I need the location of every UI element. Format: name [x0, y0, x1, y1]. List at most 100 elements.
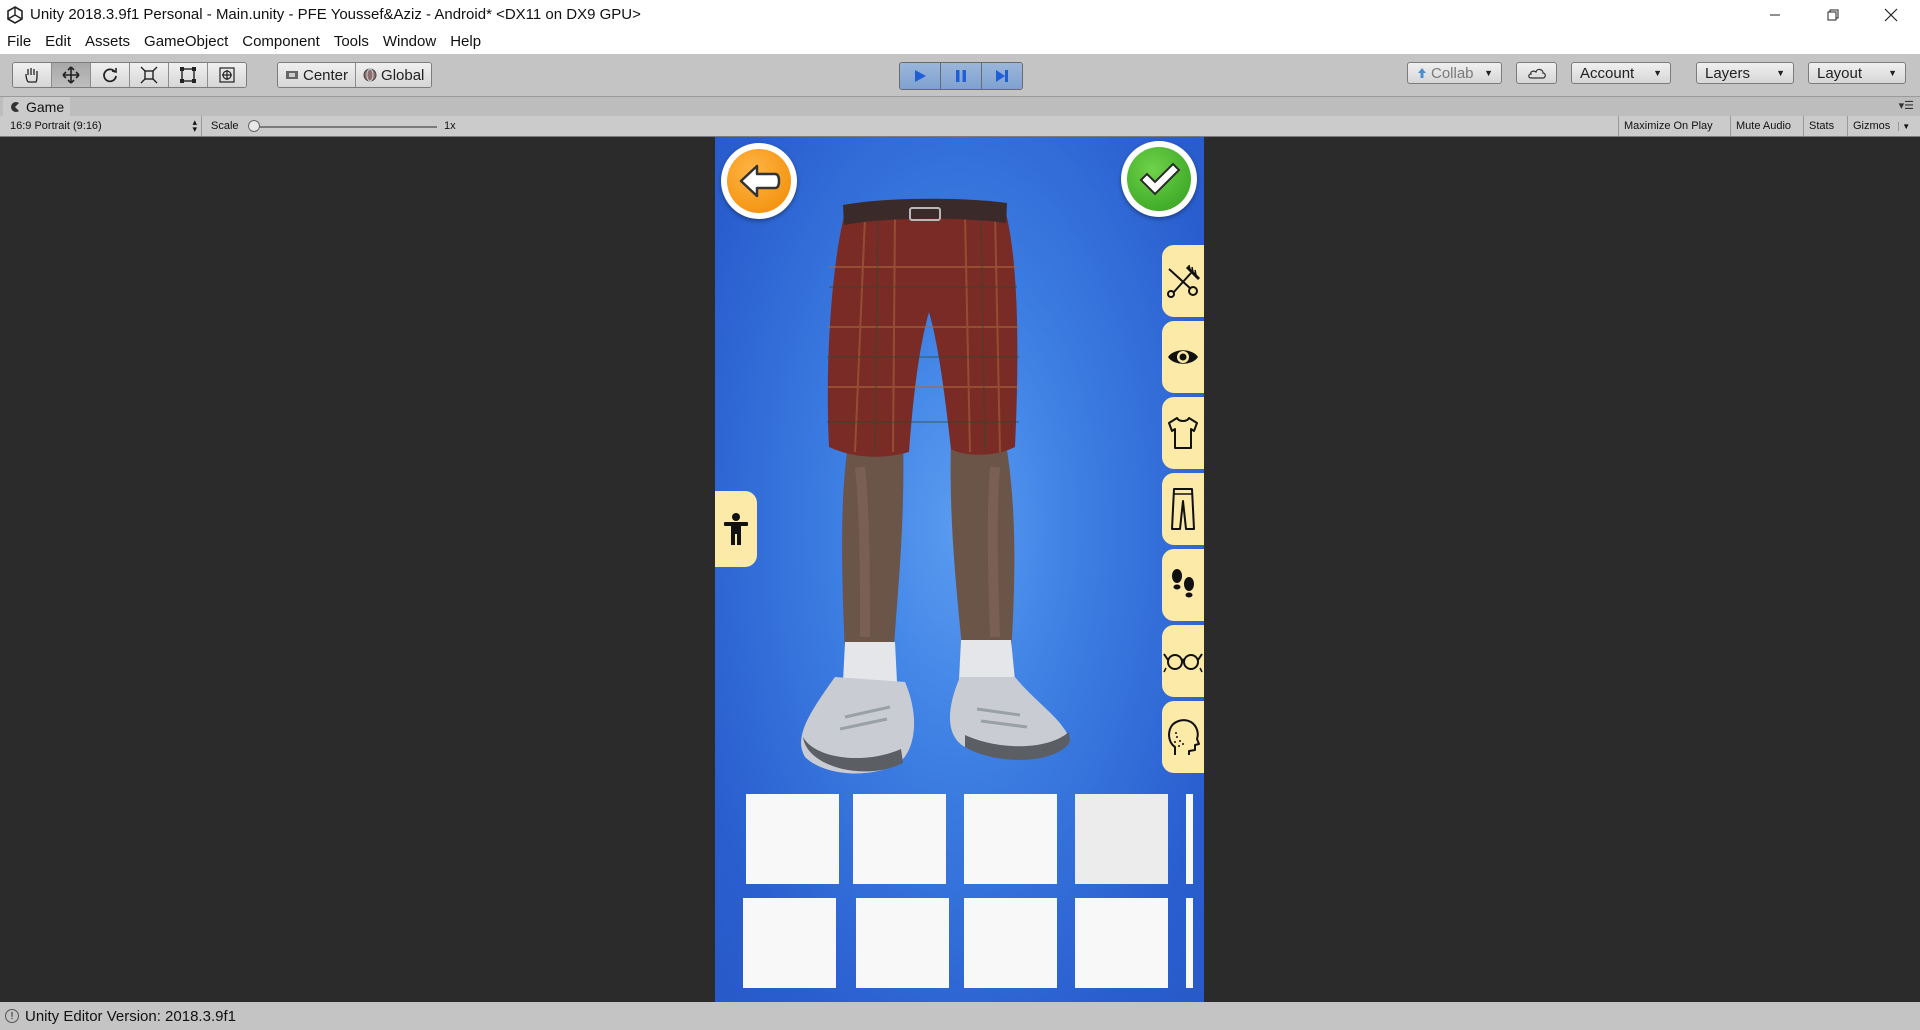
stats-toggle[interactable]: Stats — [1803, 116, 1839, 136]
maximize-on-play-toggle[interactable]: Maximize On Play — [1618, 116, 1718, 136]
item-slot-partial[interactable] — [1186, 794, 1193, 884]
pivot-controls: Center Global — [277, 62, 433, 88]
step-button[interactable] — [982, 63, 1022, 89]
footprints-icon — [1172, 569, 1194, 598]
item-slot-partial[interactable] — [1186, 898, 1193, 988]
play-icon — [915, 70, 926, 82]
updown-arrows-icon: ▴ ▾ — [192, 117, 197, 134]
stats-label: Stats — [1809, 120, 1835, 132]
person-pose-icon — [724, 513, 748, 545]
item-slot[interactable] — [1075, 898, 1168, 988]
collab-dropdown[interactable]: Collab ▼ — [1407, 62, 1502, 84]
status-text: Unity Editor Version: 2018.3.9f1 — [25, 1007, 236, 1025]
transform-tools — [12, 62, 247, 88]
menu-file[interactable]: File — [0, 33, 38, 50]
menu-edit[interactable]: Edit — [38, 33, 78, 50]
item-slot[interactable] — [743, 898, 836, 988]
pivot-rotation-button[interactable]: Global — [356, 63, 432, 87]
panel-menu-icon[interactable]: ▾☰ — [1899, 99, 1914, 112]
tab-game[interactable]: Game — [3, 97, 71, 116]
unity-logo-icon — [4, 4, 26, 26]
menu-tools[interactable]: Tools — [327, 33, 376, 50]
step-icon — [996, 70, 1008, 82]
pivot-center-icon — [286, 71, 298, 79]
category-tab-hair[interactable] — [1162, 245, 1204, 317]
aspect-ratio-dropdown[interactable]: 16:9 Portrait (9:16) ▴ ▾ — [4, 116, 202, 136]
scale-slider-track[interactable] — [255, 126, 437, 128]
menu-component[interactable]: Component — [235, 33, 327, 50]
category-tab-face[interactable] — [1162, 701, 1204, 773]
layout-dropdown[interactable]: Layout ▼ — [1808, 62, 1906, 84]
chevron-down-icon: ▼ — [1653, 68, 1662, 78]
menu-help[interactable]: Help — [443, 33, 488, 50]
checkmark-icon — [1139, 162, 1181, 196]
status-bar: ! Unity Editor Version: 2018.3.9f1 — [0, 1002, 1920, 1030]
close-button[interactable] — [1862, 0, 1920, 29]
scale-slider-thumb[interactable] — [248, 120, 260, 132]
back-arrow-icon — [739, 164, 781, 198]
item-slot[interactable] — [856, 898, 949, 988]
confirm-button[interactable] — [1121, 141, 1197, 217]
chevron-down-icon: ▼ — [1776, 68, 1785, 78]
move-tool-button[interactable] — [52, 63, 91, 87]
pose-button[interactable] — [715, 491, 757, 567]
collab-cloud-icon — [1418, 68, 1426, 78]
category-tab-shoes[interactable] — [1162, 549, 1204, 621]
menu-window[interactable]: Window — [376, 33, 443, 50]
layers-dropdown[interactable]: Layers ▼ — [1696, 62, 1794, 84]
minimize-button[interactable] — [1746, 0, 1804, 29]
category-tab-pants[interactable] — [1162, 473, 1204, 545]
scale-icon — [140, 66, 158, 84]
back-button[interactable] — [721, 143, 797, 219]
pause-icon — [956, 70, 966, 82]
pivot-mode-button[interactable]: Center — [278, 63, 357, 87]
transform-tool-button[interactable] — [208, 63, 246, 87]
pivot-mode-label: Center — [303, 66, 349, 84]
cloud-icon — [1527, 68, 1546, 79]
category-tab-tops[interactable] — [1162, 397, 1204, 469]
eye-icon — [1168, 350, 1198, 364]
mute-audio-toggle[interactable]: Mute Audio — [1730, 116, 1796, 136]
category-tab-eyes[interactable] — [1162, 321, 1204, 393]
rotate-icon — [103, 68, 117, 83]
gizmos-dropdown[interactable]: Gizmos ▼ — [1847, 116, 1920, 136]
glasses-icon — [1163, 653, 1203, 673]
menu-assets[interactable]: Assets — [78, 33, 137, 50]
panel-tab-bar: Game ▾☰ — [0, 97, 1920, 116]
chevron-down-icon: ▼ — [1898, 121, 1910, 131]
game-viewport[interactable] — [715, 137, 1204, 1002]
pants-icon — [1171, 488, 1195, 530]
head-icon — [1168, 719, 1200, 755]
restore-button[interactable] — [1804, 0, 1862, 29]
play-button[interactable] — [900, 63, 941, 89]
item-slot[interactable] — [964, 898, 1057, 988]
scale-label: Scale — [211, 120, 239, 132]
rect-tool-icon — [180, 67, 196, 83]
account-dropdown[interactable]: Account ▼ — [1571, 62, 1671, 84]
scale-tool-button[interactable] — [130, 63, 169, 87]
cloud-services-button[interactable] — [1516, 62, 1557, 84]
rect-tool-button[interactable] — [169, 63, 208, 87]
main-toolbar: Center Global Collab ▼ Account ▼ Layers … — [0, 54, 1920, 97]
menu-gameobject[interactable]: GameObject — [137, 33, 235, 50]
chevron-down-icon: ▼ — [1888, 68, 1897, 78]
rotate-tool-button[interactable] — [91, 63, 130, 87]
layers-label: Layers — [1705, 64, 1751, 82]
mute-audio-label: Mute Audio — [1736, 120, 1792, 132]
title-bar: Unity 2018.3.9f1 Personal - Main.unity -… — [0, 0, 1920, 29]
restore-icon — [1827, 9, 1839, 20]
hand-tool-button[interactable] — [13, 63, 52, 87]
item-slot[interactable] — [1075, 794, 1168, 884]
item-slot[interactable] — [853, 794, 946, 884]
pivot-rotation-label: Global — [381, 66, 425, 84]
pause-button[interactable] — [941, 63, 982, 89]
account-label: Account — [1580, 64, 1635, 82]
item-slot[interactable] — [964, 794, 1057, 884]
game-tab-icon — [11, 101, 19, 112]
maximize-on-play-label: Maximize On Play — [1624, 120, 1713, 132]
scale-value: 1x — [444, 120, 456, 132]
item-slot[interactable] — [746, 794, 839, 884]
category-tab-accessories[interactable] — [1162, 625, 1204, 697]
tab-game-label: Game — [26, 98, 65, 115]
move-icon — [62, 66, 80, 84]
